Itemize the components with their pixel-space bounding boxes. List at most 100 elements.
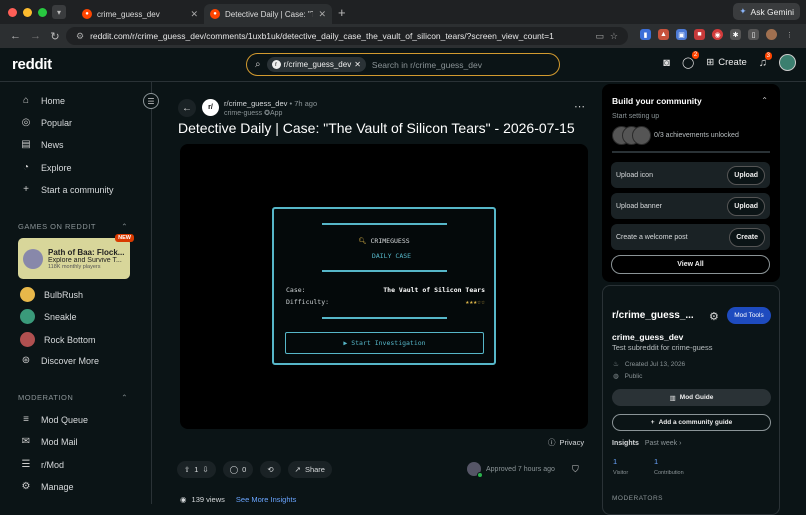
plus-icon: + [650, 419, 655, 426]
chip-close-icon[interactable]: ✕ [354, 60, 361, 69]
case-value: The Vault of Silicon Tears [383, 286, 485, 294]
extension-4-icon[interactable]: ■ [694, 29, 705, 40]
chevron-up-icon[interactable]: ⌃ [761, 96, 768, 105]
browser-toolbar: ← → ↻ ⚙ reddit.com/r/crime_guess_dev/com… [0, 24, 806, 48]
post-time: 7h ago [294, 99, 318, 108]
new-tab-icon[interactable]: + [338, 5, 346, 20]
search-input[interactable]: Search in r/crime_guess_dev [372, 60, 482, 70]
create-welcome-post-button[interactable]: Create [729, 227, 765, 247]
game-case-row: Case: The Vault of Silicon Tears [286, 286, 485, 294]
app-tag: App [269, 110, 283, 117]
add-community-guide-button[interactable]: + Add a community guide [612, 414, 771, 431]
reddit-logo[interactable]: reddit [12, 56, 52, 73]
sidebar-game-sneakle[interactable]: Sneakle [20, 309, 77, 324]
sidebar-item-r-mod[interactable]: ☰ r/Mod [20, 459, 65, 470]
extensions-puzzle-icon[interactable]: ✱ [730, 29, 741, 40]
tab-close-icon[interactable]: ✕ [190, 9, 198, 20]
sidebar-item-mod-mail[interactable]: ✉ Mod Mail [20, 436, 78, 447]
sidebar-item-home[interactable]: ⌂ Home [20, 95, 65, 106]
extension-2-icon[interactable]: ▲ [658, 29, 669, 40]
featured-game-card[interactable]: Path of Baa: Flock... Explore and Surviv… [18, 234, 134, 279]
sidebar-game-rock-bottom[interactable]: Rock Bottom [20, 332, 96, 347]
sidebar-item-label: Start a community [41, 184, 114, 195]
game-brand-label: CRIMEGUESS [370, 237, 410, 245]
community-name[interactable]: r/crime_guess_... [612, 310, 694, 321]
post-subreddit-link[interactable]: r/crime_guess_dev [224, 99, 287, 108]
comments-button[interactable]: ◯ 0 [222, 461, 254, 478]
mod-shield-icon[interactable]: ⛉ [572, 464, 579, 475]
reload-icon[interactable]: ↻ [50, 30, 60, 43]
approved-check-icon [477, 472, 483, 478]
site-info-icon[interactable]: ⚙ [76, 31, 84, 42]
approver-avatar [467, 462, 483, 478]
moderation-section-header[interactable]: MODERATION ⌃ [18, 393, 128, 402]
tab-title: crime_guess_dev [97, 9, 160, 19]
task-welcome-post: Create a welcome post Create [611, 224, 770, 250]
upload-banner-button[interactable]: Upload [727, 196, 765, 216]
tab-search-button[interactable]: ▾ [52, 5, 66, 19]
mod-guide-button[interactable]: ▥ Mod Guide [612, 389, 771, 406]
profile-avatar-icon[interactable] [766, 29, 777, 40]
tab-close-icon[interactable]: ✕ [318, 9, 326, 20]
moderation-heading: MODERATION [18, 393, 74, 402]
create-button[interactable]: ⊞ Create [706, 57, 746, 68]
close-window-button[interactable] [8, 7, 17, 17]
start-investigation-button[interactable]: ▶ Start Investigation [285, 332, 484, 354]
build-community-card: Build your community ⌃ Start setting up … [602, 84, 780, 282]
browser-menu-icon[interactable]: ⋮ [784, 29, 795, 40]
sidebar-discover-more[interactable]: ⊛ Discover More [20, 355, 99, 366]
minimize-window-button[interactable] [23, 7, 32, 17]
sidebar-item-manage[interactable]: ⚙ Manage [20, 481, 74, 492]
insights-period-selector[interactable]: Past week › [645, 440, 682, 447]
extension-3-icon[interactable]: ▣ [676, 29, 687, 40]
view-all-button[interactable]: View All [611, 255, 770, 274]
see-more-insights-link[interactable]: See More Insights [236, 495, 296, 504]
upload-icon-button[interactable]: Upload [727, 165, 765, 185]
crosspost-icon: ⟲ [267, 465, 274, 474]
post-author[interactable]: crime-guess [224, 110, 262, 117]
browser-tab-2[interactable]: ● Detective Daily | Case: "The ✕ [204, 4, 332, 24]
view-count: 139 views [191, 495, 225, 504]
browser-tab-1[interactable]: ● crime_guess_dev ✕ [76, 4, 204, 24]
share-button[interactable]: ↗ Share [287, 461, 332, 478]
chat-icon[interactable]: ◯ 2 [682, 51, 700, 69]
forward-arrow-icon[interactable]: → [30, 30, 41, 42]
back-arrow-icon[interactable]: ← [10, 30, 21, 42]
games-section-header[interactable]: GAMES ON REDDIT ⌃ [18, 222, 128, 231]
search-icon: ⌕ [255, 59, 261, 70]
more-options-icon[interactable]: ⋯ [574, 100, 585, 113]
game-frame: 🔍︎ CRIMEGUESS DAILY CASE Case: The Vault … [272, 207, 496, 365]
extension-1-icon[interactable]: ▮ [640, 29, 651, 40]
notification-bell-icon[interactable]: ♫ 3 [759, 51, 772, 69]
sidebar-item-mod-queue[interactable]: ≡ Mod Queue [20, 414, 88, 425]
sidepanel-icon[interactable]: ▯ [748, 29, 759, 40]
sidebar-game-bulbrush[interactable]: BulbRush [20, 287, 83, 302]
sidebar-item-popular[interactable]: ◎ Popular [20, 117, 72, 128]
privacy-link[interactable]: ⓘ Privacy [548, 437, 584, 448]
upvote-icon[interactable]: ⇧ [184, 465, 190, 474]
mod-feed-icon: ☰ [21, 459, 31, 470]
maximize-window-button[interactable] [38, 7, 47, 17]
search-bar[interactable]: ⌕ r r/crime_guess_dev ✕ Search in r/crim… [246, 53, 560, 76]
subreddit-search-chip[interactable]: r r/crime_guess_dev ✕ [266, 57, 366, 72]
address-bar[interactable]: ⚙ reddit.com/r/crime_guess_dev/comments/… [66, 27, 628, 45]
downvote-icon[interactable]: ⇩ [202, 465, 208, 474]
cast-icon[interactable]: ▭ [595, 31, 604, 42]
advertise-icon[interactable]: ◙ [663, 57, 670, 69]
window-controls [8, 7, 50, 17]
extension-5-icon[interactable]: ◉ [712, 29, 723, 40]
subreddit-avatar[interactable]: r/ [202, 99, 219, 116]
ask-gemini-button[interactable]: ✦ Ask Gemini [733, 3, 800, 20]
crosspost-button[interactable]: ⟲ [260, 461, 281, 478]
sidebar-item-start-community[interactable]: + Start a community [20, 184, 114, 195]
community-description: Test subreddit for crime-guess [612, 343, 713, 352]
sidebar-item-label: Popular [41, 117, 73, 128]
reddit-header: reddit ⌕ r r/crime_guess_dev ✕ Search in… [0, 48, 806, 82]
mod-tools-button[interactable]: Mod Tools [727, 307, 771, 324]
user-avatar[interactable] [779, 54, 796, 71]
sidebar-item-news[interactable]: ▤ News [20, 139, 63, 150]
bookmark-star-icon[interactable]: ☆ [610, 31, 618, 42]
back-button[interactable]: ← [178, 99, 196, 117]
sidebar-item-explore[interactable]: ◔ Explore [20, 162, 72, 173]
community-settings-icon[interactable]: ⚙ [709, 310, 719, 323]
